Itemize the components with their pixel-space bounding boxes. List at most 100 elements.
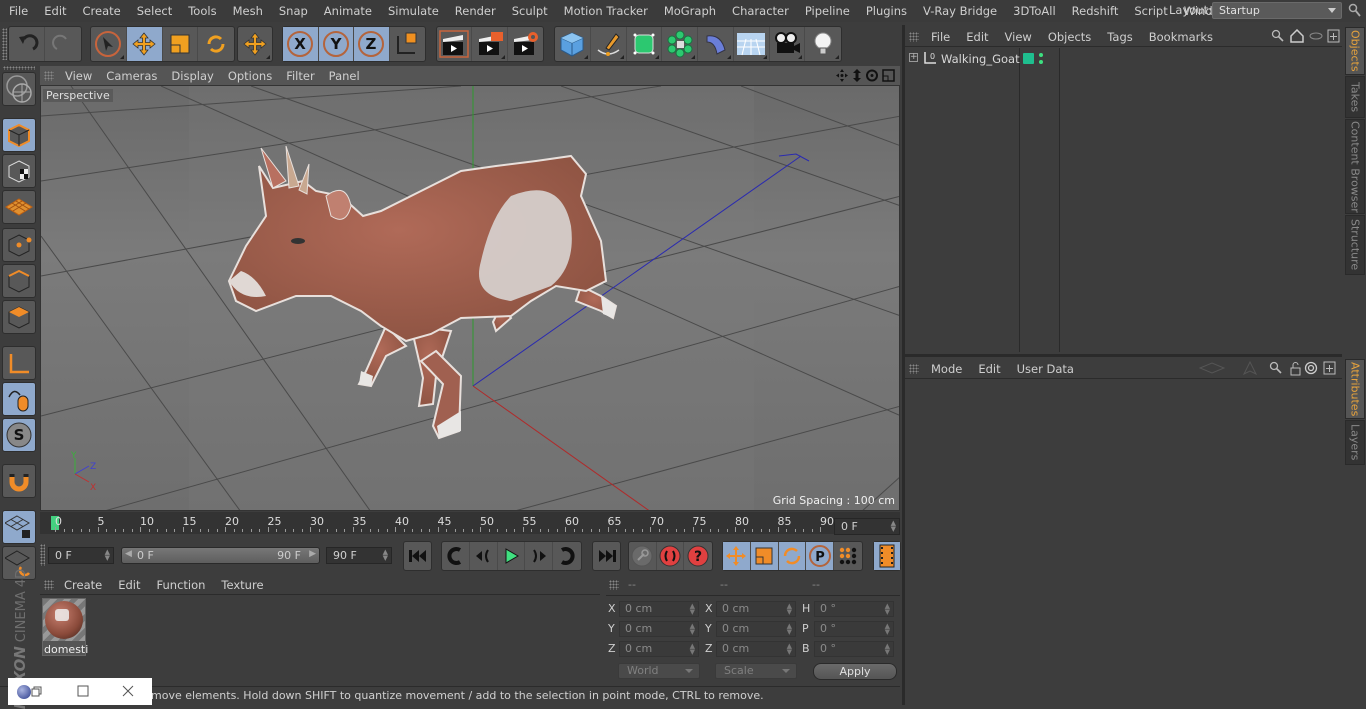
spin-arrows-icon[interactable]: ▲ ▼ [787, 603, 792, 616]
workplane-lock-button[interactable] [2, 510, 36, 544]
autokey-button[interactable] [657, 542, 685, 570]
scale-tool-button[interactable] [163, 27, 199, 61]
left-toolbar-grip[interactable] [3, 66, 35, 70]
objects-menu-bookmarks[interactable]: Bookmarks [1141, 30, 1221, 44]
dolly-icon[interactable] [853, 69, 861, 82]
viewport-grip[interactable] [44, 70, 54, 81]
menu-mesh[interactable]: Mesh [225, 4, 271, 18]
spin-arrows-icon[interactable]: ▲ ▼ [383, 549, 388, 562]
menu-redshift[interactable]: Redshift [1064, 4, 1127, 18]
tab-attributes[interactable]: Attributes [1345, 359, 1365, 419]
pos-x-field[interactable]: 0 cm ▲ ▼ [619, 601, 699, 617]
workplane-button[interactable] [2, 190, 36, 224]
viewport-menu-panel[interactable]: Panel [322, 69, 367, 83]
tab-objects[interactable]: Objects [1345, 27, 1365, 75]
menu-mograph[interactable]: MoGraph [656, 4, 724, 18]
y-axis-button[interactable]: Y [318, 27, 354, 61]
tab-structure[interactable]: Structure [1345, 215, 1365, 275]
deformer-button[interactable] [698, 27, 734, 61]
rotation-track-button[interactable] [778, 542, 807, 570]
pos-z-field[interactable]: 0 cm ▲ ▼ [619, 641, 699, 657]
material-menu-function[interactable]: Function [149, 578, 214, 592]
objects-menu-tags[interactable]: Tags [1099, 30, 1140, 44]
rotate-tool-button[interactable] [198, 27, 234, 61]
attribute-manager-grip[interactable] [909, 363, 919, 374]
attributes-menu-user-data[interactable]: User Data [1009, 362, 1082, 376]
move-tool-button[interactable] [126, 27, 163, 61]
axis-mode-button[interactable] [2, 346, 36, 380]
render-visibility-dot[interactable] [1039, 60, 1043, 64]
objects-menu-objects[interactable]: Objects [1040, 30, 1099, 44]
attributes-menu-edit[interactable]: Edit [970, 362, 1008, 376]
layer-color-swatch[interactable] [1023, 53, 1034, 64]
rot-h-field[interactable]: 0 ° ▲ ▼ [814, 601, 894, 617]
menu-plugins[interactable]: Plugins [858, 4, 915, 18]
objects-menu-view[interactable]: View [997, 30, 1040, 44]
viewport-menu-display[interactable]: Display [164, 69, 220, 83]
spin-arrows-icon[interactable]: ▲ ▼ [787, 643, 792, 656]
make-editable-button[interactable] [2, 72, 36, 106]
animbar-grip[interactable] [40, 544, 45, 566]
target-icon[interactable] [1304, 361, 1318, 375]
material-grip[interactable] [44, 579, 54, 590]
editor-visibility-dot[interactable] [1039, 53, 1043, 57]
maximize-icon[interactable] [77, 685, 89, 697]
size-z-field[interactable]: 0 cm ▲ ▼ [716, 641, 796, 657]
new-panel-icon[interactable] [1323, 361, 1336, 375]
timeline-window-button[interactable] [874, 542, 900, 570]
tab-layers[interactable]: Layers [1345, 420, 1365, 465]
point-level-animation-button[interactable] [834, 542, 862, 570]
parameter-track-button[interactable]: P [806, 542, 835, 570]
material-menu-texture[interactable]: Texture [213, 578, 271, 592]
next-frame-button[interactable] [525, 542, 554, 570]
spin-arrows-icon[interactable]: ▲ ▼ [690, 643, 695, 656]
viewport-3d[interactable]: Y Z X Perspective Grid Spacing : 100 cm [40, 85, 900, 511]
menu-create[interactable]: Create [75, 4, 129, 18]
search-icon[interactable] [1271, 29, 1284, 42]
tweak-mode-button[interactable] [2, 382, 36, 416]
panel-divider[interactable] [905, 354, 1342, 357]
render-settings-button[interactable] [508, 27, 543, 61]
spin-arrows-icon[interactable]: ▲ ▼ [690, 603, 695, 616]
objects-menu-file[interactable]: File [923, 30, 958, 44]
previous-frame-button[interactable] [470, 542, 498, 570]
range-right-arrow-icon[interactable]: ▶ [309, 549, 316, 559]
menu-tools[interactable]: Tools [180, 4, 224, 18]
goto-end-button[interactable] [593, 542, 620, 570]
size-x-field[interactable]: 0 cm ▲ ▼ [716, 601, 796, 617]
range-left-arrow-icon[interactable]: ◀ [125, 549, 132, 559]
spin-arrows-icon[interactable]: ▲ ▼ [105, 549, 110, 562]
scale-track-button[interactable] [750, 542, 779, 570]
back-arrow-icon[interactable] [1198, 362, 1226, 374]
spin-arrows-icon[interactable]: ▲ ▼ [690, 623, 695, 636]
menu-pipeline[interactable]: Pipeline [797, 4, 858, 18]
camera-button[interactable] [770, 27, 806, 61]
cube-button[interactable] [555, 27, 591, 61]
search-icon[interactable] [1269, 361, 1282, 374]
expand-icon[interactable]: + [909, 53, 918, 62]
render-view-button[interactable] [437, 27, 473, 61]
material-menu-create[interactable]: Create [56, 578, 110, 592]
edges-mode-button[interactable] [2, 264, 36, 298]
material-item[interactable]: domesti [42, 598, 88, 656]
menu-simulate[interactable]: Simulate [380, 4, 447, 18]
object-row[interactable]: + 0 Walking_Goat [905, 48, 1342, 70]
home-icon[interactable] [1290, 29, 1304, 43]
spin-arrows-icon[interactable]: ▲ ▼ [885, 623, 890, 636]
menu-select[interactable]: Select [129, 4, 180, 18]
orbit-icon[interactable] [866, 69, 878, 82]
menu-3dtoall[interactable]: 3DToAll [1005, 4, 1064, 18]
restore-icon[interactable] [31, 686, 43, 698]
apply-button[interactable]: Apply [813, 663, 897, 680]
points-mode-button[interactable] [2, 228, 36, 262]
end-frame-field[interactable]: 90 F ▲ ▼ [326, 547, 392, 564]
render-picture-viewer-button[interactable] [472, 27, 508, 61]
recent-tool-button[interactable] [238, 27, 272, 61]
model-mode-button[interactable] [2, 118, 36, 152]
viewport-menu-filter[interactable]: Filter [279, 69, 321, 83]
record-key-button[interactable] [629, 542, 657, 570]
next-key-button[interactable] [553, 542, 581, 570]
menu-snap[interactable]: Snap [271, 4, 316, 18]
snapping-button[interactable] [2, 464, 36, 498]
toolbar-grip[interactable] [2, 28, 7, 60]
